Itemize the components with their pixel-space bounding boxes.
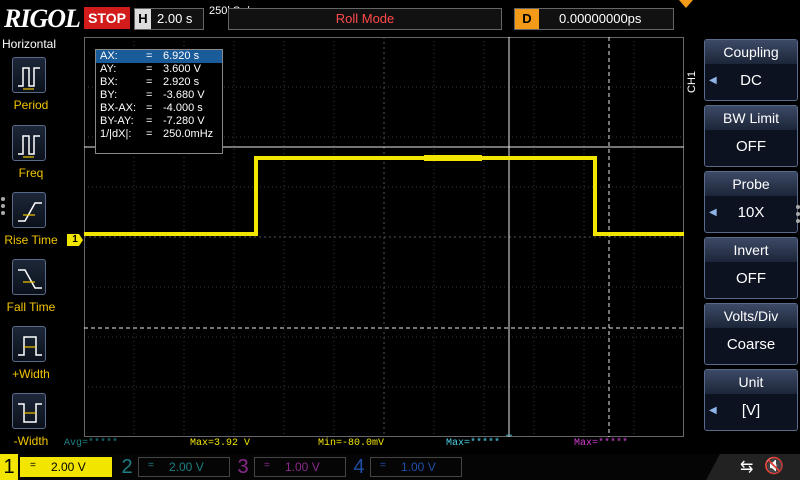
unit-menu-item[interactable]: Unit ◀ [V] [704,369,798,431]
bw-limit-value: OFF [736,138,766,155]
cursor-position-icon: ↔ [504,429,514,437]
invert-title: Invert [705,238,797,262]
cursor-row-ay: AY: = 3.600 V [100,63,201,75]
volts-div-menu-item[interactable]: Volts/Div Coarse [704,303,798,365]
coupling-title: Coupling [705,40,797,64]
measurement-min: Min=-80.0mV [318,438,385,449]
brand-logo: RIGOL [4,4,81,33]
positive-width-icon [18,336,42,356]
channel-settings-menu: Coupling ◀ DC BW Limit OFF Probe ◀ 10X Inv… [703,37,800,455]
measurement-max: Max=3.92 V [190,438,251,449]
menu-title: Horizontal [2,37,57,51]
cursor-readout-panel: AX: = 6.920 s AY: = 3.600 V BX: = 2.920 s BY: =… [95,49,223,154]
bw-limit-title: BW Limit [705,106,797,130]
measurement-max-3: Max=***** [574,438,629,449]
ch1-offset-marker[interactable]: 1 [67,234,83,246]
channel-3-number: 3 [237,456,249,478]
page-dots-icon [1,197,7,218]
speaker-muted-icon[interactable]: 🔇 [764,456,784,476]
cursor-row-inverse-dx: 1/|dX|: = 250.0mHz [100,128,214,140]
fall-time-button[interactable] [12,259,46,295]
run-stop-indicator[interactable]: STOP [84,7,130,29]
channel-3-coupling-icon: = [264,460,270,471]
timebase-indicator[interactable]: H 2.00 s [134,8,204,30]
coupling-value: DC [740,72,762,89]
cursor-row-ax: AX: = 6.920 s [96,50,222,63]
select-arrow-icon: ◀ [709,75,717,86]
unit-value: [V] [741,402,761,419]
period-label: Period [13,98,49,112]
select-arrow-icon: ◀ [709,405,717,416]
unit-title: Unit [705,370,797,394]
channel-2-coupling-icon: = [148,460,154,471]
fall-time-label: Fall Time [6,300,56,314]
probe-value: 10X [737,204,765,221]
period-icon [18,67,40,90]
cursor-row-by: BY: = -3.680 V [100,89,205,101]
probe-menu-item[interactable]: Probe ◀ 10X [704,171,798,233]
probe-title: Probe [705,172,797,196]
trigger-position-marker-icon [679,0,693,8]
negative-width-icon [18,403,42,423]
page-dots-icon [796,205,800,226]
ch1-waveform-noise [424,155,482,161]
cursor-row-bx-ax: BX-AX: = -4.000 s [100,102,203,114]
horizontal-measure-menu: Horizontal Period Freq Rise Time Fall Ti… [0,37,62,455]
usb-icon: ⇆ [740,459,754,476]
frequency-label: Freq [18,166,44,180]
delay-value: 0.00000000ps [559,11,642,26]
cursor-row-bx: BX: = 2.920 s [100,76,200,88]
channel-4-coupling-icon: = [380,460,386,471]
bw-limit-menu-item[interactable]: BW Limit OFF [704,105,798,167]
select-arrow-icon: ◀ [709,207,717,218]
delay-label: D [515,9,539,29]
channel-status-bar: 1 2.00 V = 2 2.00 V = 3 1.00 V = 4 1.00 … [0,454,800,480]
rise-time-label: Rise Time [4,233,58,247]
rise-time-button[interactable] [12,192,46,228]
channel-1-number: 1 [0,454,18,480]
channel-2-number: 2 [121,456,133,478]
invert-menu-item[interactable]: Invert OFF [704,237,798,299]
delay-indicator[interactable]: D 0.00000000ps [514,8,674,30]
channel-tab-ch1: CH1 [686,71,698,94]
cursor-row-by-ay: BY-AY: = -7.280 V [100,115,205,127]
frequency-icon [18,135,40,158]
invert-value: OFF [736,270,766,287]
rise-time-icon [18,202,42,222]
acquisition-mode: Roll Mode [228,8,502,30]
negative-width-button[interactable] [12,393,46,429]
negative-width-label: -Width [13,434,49,448]
fall-time-icon [18,269,42,289]
measurement-max-2: Max=***** [446,438,501,449]
timebase-value: 2.00 s [157,11,193,26]
timebase-label: H [135,9,151,29]
period-button[interactable] [12,57,46,93]
positive-width-label: +Width [12,367,50,381]
frequency-button[interactable] [12,125,46,161]
measurement-avg: Avg=***** [64,438,119,449]
volts-div-title: Volts/Div [705,304,797,328]
positive-width-button[interactable] [12,326,46,362]
top-status-bar: RIGOL STOP H2.00 s 250kSa/s Roll Mode D0… [0,0,800,36]
volts-div-value: Coarse [726,336,776,353]
coupling-menu-item[interactable]: Coupling ◀ DC [704,39,798,101]
channel-1-coupling-icon: = [30,460,36,471]
channel-4-number: 4 [353,456,365,478]
